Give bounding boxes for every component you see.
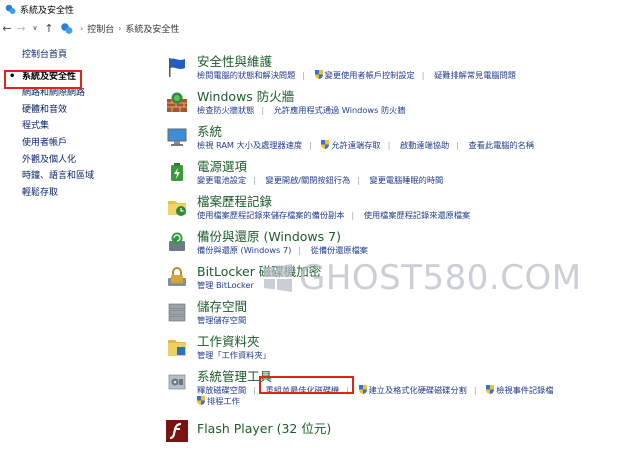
link-manage-storage-spaces[interactable]: 管理儲存空間 xyxy=(197,315,246,326)
sidebar-item-ease-of-access[interactable]: 輕鬆存取 xyxy=(0,185,150,202)
link-power-button[interactable]: 變更開啟/關閉按鈕行為 xyxy=(266,175,351,186)
watermark-text: GHOST580.COM xyxy=(299,258,582,298)
link-view-ram-cpu[interactable]: 檢視 RAM 大小及處理器速度 xyxy=(197,140,302,151)
link-file-history-backup[interactable]: 使用檔案歷程記錄來儲存檔案的備份副本 xyxy=(197,210,344,221)
category-title[interactable]: 備份與還原 (Windows 7) xyxy=(197,229,341,244)
category-power-options: 電源選項 變更電池設定 | 變更開啟/關閉按鈕行為 | 變更電腦睡眠的時間 xyxy=(166,159,636,194)
firewall-icon xyxy=(167,92,187,112)
window-titlebar: 系統及安全性 xyxy=(0,0,640,18)
link-manage-bitlocker[interactable]: 管理 BitLocker xyxy=(197,280,254,291)
category-security-maintenance: 安全性與維護 檢閱電腦的狀態和解決問題 | 變更使用者帳戶控制設定 | 疑難排解常見… xyxy=(166,54,636,89)
sidebar-item-appearance[interactable]: 外觀及個人化 xyxy=(0,152,150,169)
computer-icon xyxy=(167,128,187,146)
link-battery-settings[interactable]: 變更電池設定 xyxy=(197,175,246,186)
storage-spaces-icon xyxy=(168,303,186,322)
category-list: 安全性與維護 檢閱電腦的狀態和解決問題 | 變更使用者帳戶控制設定 | 疑難排解常見… xyxy=(166,54,636,453)
forward-arrow-icon[interactable]: → xyxy=(14,22,28,35)
uac-shield-icon xyxy=(314,70,323,79)
back-arrow-icon[interactable]: ← xyxy=(0,22,14,35)
link-manage-work-folders[interactable]: 管理「工作資料夾」 xyxy=(197,350,271,361)
breadcrumb-control-panel[interactable]: 控制台 xyxy=(87,22,114,35)
link-disk-cleanup[interactable]: 釋放磁碟空間 xyxy=(197,385,246,396)
chevron-down-icon[interactable]: ∨ xyxy=(28,24,42,32)
active-item-highlight-box xyxy=(4,70,82,89)
link-remote-access[interactable]: 允許遠端存取 xyxy=(331,140,380,151)
lock-drive-icon xyxy=(168,267,186,286)
link-review-status[interactable]: 檢閱電腦的狀態和解決問題 xyxy=(197,70,295,81)
flag-icon xyxy=(169,58,185,77)
link-allow-app-firewall[interactable]: 允許應用程式通過 Windows 防火牆 xyxy=(274,105,406,116)
link-create-format-partitions[interactable]: 建立及格式化硬碟磁碟分割 xyxy=(369,385,467,396)
category-admin-tools: 系統管理工具 釋放磁碟空間 | 重組並最佳化磁碟機 | 建立及格式化硬碟磁碟分割 | … xyxy=(166,369,636,418)
backup-restore-icon xyxy=(169,232,185,251)
link-task-scheduler[interactable]: 排程工作 xyxy=(207,396,240,407)
work-folders-icon xyxy=(168,340,186,356)
category-title[interactable]: 檔案歷程記錄 xyxy=(197,194,272,209)
up-arrow-icon[interactable]: ↑ xyxy=(42,22,56,35)
link-sleep-time[interactable]: 變更電腦睡眠的時間 xyxy=(370,175,444,186)
sidebar-home-link[interactable]: 控制台首頁 xyxy=(0,47,150,64)
category-flash-player: Flash Player (32 位元) xyxy=(166,418,636,453)
category-windows-firewall: Windows 防火牆 檢查防火牆狀態 | 允許應用程式通過 Windows 防火… xyxy=(166,89,636,124)
category-system: 系統 檢視 RAM 大小及處理器速度 | 允許遠端存取 | 啟動遠端協助 | 查看此電… xyxy=(166,124,636,159)
sidebar-item-clock-region[interactable]: 時鐘、語言和區域 xyxy=(0,168,150,185)
uac-shield-icon xyxy=(197,396,205,405)
category-title[interactable]: 工作資料夾 xyxy=(197,334,260,349)
link-firewall-status[interactable]: 檢查防火牆狀態 xyxy=(197,105,254,116)
watermark: GHOST580.COM xyxy=(263,258,582,298)
sidebar-item-hardware-sound[interactable]: 硬體和音效 xyxy=(0,102,150,119)
category-title[interactable]: 儲存空間 xyxy=(197,299,247,314)
control-panel-icon xyxy=(61,22,73,34)
category-title[interactable]: 系統 xyxy=(197,124,222,139)
category-title[interactable]: Flash Player (32 位元) xyxy=(197,421,331,436)
breadcrumb-separator-icon: › xyxy=(118,23,122,33)
link-backup-restore-win7[interactable]: 備份與還原 (Windows 7) xyxy=(197,245,291,256)
link-restore-files[interactable]: 從備份還原檔案 xyxy=(311,245,368,256)
link-computer-name[interactable]: 查看此電腦的名稱 xyxy=(469,140,535,151)
uac-shield-icon xyxy=(486,385,495,394)
file-history-icon xyxy=(168,201,186,216)
link-remote-assistance[interactable]: 啟動遠端協助 xyxy=(400,140,449,151)
breadcrumb-separator-icon: › xyxy=(80,23,84,33)
admin-tools-icon xyxy=(168,374,186,390)
highlight-box-defragment xyxy=(259,376,354,394)
category-title[interactable]: Windows 防火牆 xyxy=(197,89,294,104)
link-file-history-restore[interactable]: 使用檔案歷程記錄來還原檔案 xyxy=(364,210,470,221)
link-troubleshoot[interactable]: 疑難排解常見電腦問題 xyxy=(434,70,516,81)
category-storage-spaces: 儲存空間 管理儲存空間 xyxy=(166,299,636,334)
control-panel-icon xyxy=(5,4,16,14)
category-work-folders: 工作資料夾 管理「工作資料夾」 xyxy=(166,334,636,369)
breadcrumb-system-security[interactable]: 系統及安全性 xyxy=(125,22,179,35)
sidebar-item-programs[interactable]: 程式集 xyxy=(0,118,150,135)
link-uac-settings[interactable]: 變更使用者帳戶控制設定 xyxy=(325,70,415,81)
category-file-history: 檔案歷程記錄 使用檔案歷程記錄來儲存檔案的備份副本 | 使用檔案歷程記錄來還原檔案 xyxy=(166,194,636,229)
address-bar: ← → ∨ ↑ › 控制台 › 系統及安全性 xyxy=(0,19,640,37)
uac-shield-icon xyxy=(358,385,367,394)
link-view-event-logs[interactable]: 檢視事件記錄檔 xyxy=(496,385,553,396)
windows-logo-icon xyxy=(264,264,292,292)
category-title[interactable]: 安全性與維護 xyxy=(197,54,272,69)
sidebar-item-user-accounts[interactable]: 使用者帳戶 xyxy=(0,135,150,152)
uac-shield-icon xyxy=(321,140,330,149)
category-title[interactable]: 電源選項 xyxy=(197,159,247,174)
power-battery-icon xyxy=(171,163,183,181)
window-title: 系統及安全性 xyxy=(20,5,75,16)
flash-player-icon xyxy=(166,420,188,442)
